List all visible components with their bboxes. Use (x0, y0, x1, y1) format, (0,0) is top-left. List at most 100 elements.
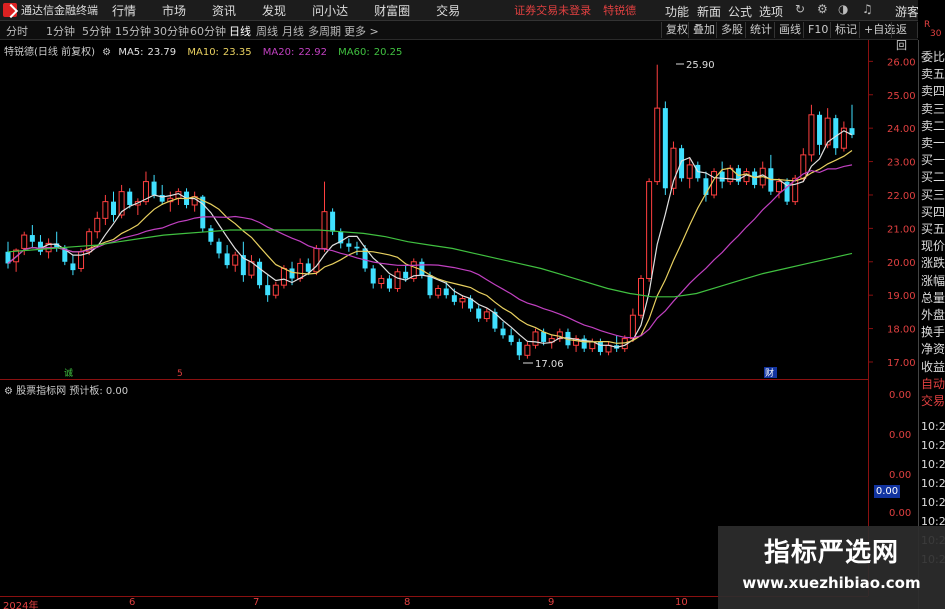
gear-icon[interactable]: ⚙ (102, 47, 111, 58)
quote-field-label: 外盘 (921, 308, 945, 322)
candle-body (403, 271, 409, 279)
current-value-badge: 0.00 (874, 485, 900, 498)
low-price-label: 17.06 (535, 359, 564, 370)
menu-wealth[interactable]: 财富圈 (374, 2, 410, 19)
quote-field-label: 买五 (921, 222, 945, 236)
ma20-line (7, 164, 853, 339)
quote-field-label: 买二 (921, 170, 945, 185)
candle-body (232, 254, 239, 266)
overlay-button[interactable]: 叠加 (688, 22, 715, 38)
date-label: 2024年 (3, 601, 39, 609)
period-toolbar: 分时 1分钟 5分钟 15分钟 30分钟 60分钟 日线 周线 月线 多周期 更… (0, 21, 918, 52)
watermark: 指标严选网 www.xuezhibiao.com (718, 526, 945, 609)
tab-monthly[interactable]: 月线 (282, 23, 304, 39)
quote-field-label: 卖一 (921, 136, 945, 150)
gear-icon[interactable]: ⚙ (4, 386, 13, 397)
current-stock-name: 特锐德 (603, 4, 637, 17)
candle-body (257, 261, 263, 286)
guest-user[interactable]: 游客 (895, 3, 919, 20)
settings-icon[interactable]: ⚙ (817, 2, 828, 16)
quote-field-label: 委比 (921, 50, 945, 64)
candle-body (817, 114, 823, 145)
quote-field-label: 卖三 (921, 101, 945, 116)
candle-body (435, 287, 442, 296)
menu-trade[interactable]: 交易 (436, 2, 460, 19)
candle-body (427, 275, 433, 296)
candle-body (37, 241, 43, 252)
sub-tick: 0.00 (889, 470, 912, 481)
candle-body (654, 107, 661, 183)
tab-5min[interactable]: 5分钟 (82, 23, 111, 39)
f10-button[interactable]: F10 (803, 22, 828, 38)
candle-body (524, 344, 531, 356)
candle-body (102, 201, 109, 219)
candle-body (29, 235, 35, 242)
mark-button[interactable]: 标记 (830, 22, 857, 38)
stock-label: 特锐德(日线 前复权) (4, 47, 95, 58)
candle-body (662, 108, 668, 189)
candle-body (500, 328, 506, 336)
multi-stock-button[interactable]: 多股 (716, 22, 743, 38)
date-label: 8 (404, 597, 411, 608)
event-marker-small[interactable]: 5 (177, 369, 183, 379)
rights-adjust-button[interactable]: 复权 (661, 22, 688, 38)
menu-news[interactable]: 资讯 (212, 2, 236, 19)
candle-body (679, 148, 685, 179)
tab-multi-period[interactable]: 多周期 (308, 23, 341, 39)
bell-icon[interactable]: ♫ (862, 2, 873, 16)
ma20-label: MA20: 22.92 (262, 47, 327, 58)
sub-tick: 0.00 (889, 430, 912, 441)
sub-tick: 0.00 (889, 508, 912, 519)
sub-indicator-line: ⚙ 股票指标网 预计板: 0.00 (4, 382, 128, 397)
tab-weekly[interactable]: 周线 (256, 23, 278, 39)
candle-body (808, 114, 815, 156)
candle-body (508, 335, 514, 342)
tab-intraday[interactable]: 分时 (6, 23, 28, 39)
menu-quotes[interactable]: 行情 (112, 2, 136, 19)
candle-body (386, 278, 392, 289)
quote-field-label: 卖五 (921, 67, 945, 82)
menu-options[interactable]: 选项 (759, 3, 783, 20)
menu-new-layout[interactable]: 新面 (697, 3, 721, 20)
menu-discover[interactable]: 发现 (262, 2, 286, 19)
back-icon[interactable]: ↻ (795, 2, 805, 16)
tab-15min[interactable]: 15分钟 (115, 23, 151, 39)
candle-body (646, 181, 653, 279)
back-button[interactable]: 返回 (891, 22, 918, 52)
event-marker-right[interactable]: 财 (765, 367, 774, 379)
menu-function[interactable]: 功能 (665, 3, 689, 20)
tab-60min[interactable]: 60分钟 (190, 23, 226, 39)
trade-time: 10:25 (921, 439, 945, 452)
price-tick-label: 26.00 (887, 57, 916, 68)
candle-body (346, 243, 352, 247)
candlestick-chart[interactable]: 25.90 17.06 诚 5 财 (0, 40, 918, 380)
quote-field-label: 交易 (921, 394, 945, 408)
add-watchlist-button[interactable]: +自选 (859, 22, 895, 38)
candle-body (305, 263, 311, 272)
sub-indicator-name[interactable]: 股票指标网 (16, 386, 66, 397)
candle-body (459, 298, 466, 303)
tab-more[interactable]: 更多 > (344, 23, 379, 39)
tab-1min[interactable]: 1分钟 (46, 23, 75, 39)
login-status[interactable]: 证券交易未登录 (514, 2, 591, 18)
watermark-url: www.xuezhibiao.com (742, 574, 921, 592)
menu-market[interactable]: 市场 (162, 2, 186, 19)
quote-field-label: 买一 (921, 153, 945, 168)
quote-field-label: 涨跌 (921, 256, 945, 271)
menu-formula[interactable]: 公式 (728, 3, 752, 20)
right-panel-corner: R 30 (918, 0, 945, 40)
candle-body (216, 241, 222, 254)
skin-icon[interactable]: ◑ (838, 2, 848, 16)
statistics-button[interactable]: 统计 (745, 22, 772, 38)
menu-ask[interactable]: 问小达 (312, 2, 348, 19)
tab-30min[interactable]: 30分钟 (153, 23, 189, 39)
draw-line-button[interactable]: 画线 (774, 22, 801, 38)
ma5-label: MA5: 23.79 (118, 47, 177, 58)
candle-body (272, 284, 279, 296)
quote-field-label: 净资 (921, 342, 945, 357)
date-label: 10 (675, 597, 688, 608)
event-marker-left[interactable]: 诚 (64, 367, 73, 379)
candle-body (127, 191, 133, 205)
corner-bottom-label: 30 (930, 29, 942, 39)
tab-daily[interactable]: 日线 (229, 23, 251, 39)
